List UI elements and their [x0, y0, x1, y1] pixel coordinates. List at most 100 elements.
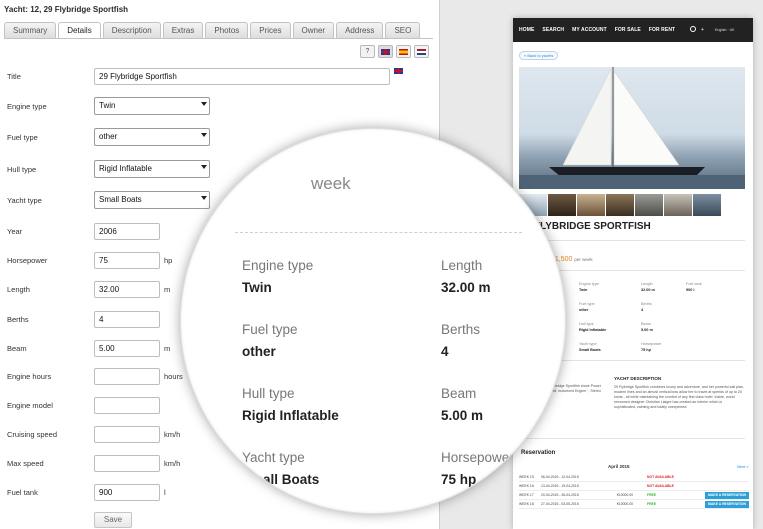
language-spanish-button[interactable] [396, 45, 411, 58]
thumbnail[interactable] [606, 194, 634, 216]
make-reservation-button[interactable]: MAKE A RESERVATION [705, 492, 749, 499]
hull-type-label: Hull type [7, 164, 37, 174]
price-suffix: per week [574, 257, 593, 262]
form-row-year: Year 2006 [7, 222, 160, 240]
max-speed-input[interactable] [94, 454, 160, 472]
thumbnail[interactable] [577, 194, 605, 216]
horsepower-label: Horsepower [7, 255, 48, 265]
thumbnail[interactable] [635, 194, 663, 216]
save-button[interactable]: Save [94, 512, 132, 528]
language-help-button[interactable]: ? [360, 45, 375, 58]
site-navbar: HOME SEARCH MY ACCOUNT FOR SALE FOR RENT… [513, 18, 753, 42]
max-speed-unit: km/h [164, 458, 181, 468]
thumbnail[interactable] [693, 194, 721, 216]
magnified-spec-label: Beam [441, 386, 477, 401]
tab-description[interactable]: Description [102, 22, 161, 38]
nav-search[interactable]: SEARCH [542, 27, 564, 33]
next-month-link[interactable]: Next » [737, 464, 749, 469]
thumbnail[interactable] [548, 194, 576, 216]
fuel-type-select[interactable]: other [94, 128, 210, 146]
reservation-month: April 2015 [608, 464, 630, 469]
form-row-fuel-tank: Fuel tank 900 l [7, 483, 166, 501]
fuel-tank-input[interactable]: 900 [94, 483, 160, 501]
status-badge: FREE [647, 502, 657, 506]
magnified-spec-label: Horsepower [441, 450, 514, 465]
fuel-tank-label: Fuel tank [7, 487, 38, 497]
thumbnail[interactable] [664, 194, 692, 216]
spanish-flag-icon [399, 48, 408, 55]
form-row-engine-type: Engine type Twin [7, 97, 210, 115]
tab-seo[interactable]: SEO [385, 22, 421, 38]
tab-owner[interactable]: Owner [292, 22, 335, 38]
reservation-heading: Reservation [521, 450, 556, 456]
yacht-type-select[interactable]: Small Boats [94, 191, 210, 209]
horsepower-unit: hp [164, 255, 173, 265]
status-badge: FREE [647, 493, 657, 497]
form-row-engine-model: Engine model [7, 396, 160, 414]
engine-hours-input[interactable] [94, 367, 160, 385]
engine-type-label: Engine type [7, 101, 47, 111]
language-english-button[interactable] [378, 45, 393, 58]
tab-extras[interactable]: Extras [162, 22, 204, 38]
tab-summary[interactable]: Summary [4, 22, 57, 38]
reservation-table: WEEK 15 06-04-2015 - 12-04-2015 NOT AVAI… [519, 473, 749, 509]
user-menu[interactable]: + [701, 27, 704, 33]
title-input[interactable]: 29 Flybridge Sportfish [94, 67, 390, 85]
nav-home[interactable]: HOME [519, 27, 534, 33]
fuel-type-value: other [99, 132, 118, 141]
magnified-spec-value: Twin [242, 280, 272, 295]
photo-thumbnails [519, 194, 722, 216]
form-row-beam: Beam 5.00 m [7, 339, 170, 357]
nav-for-rent[interactable]: FOR RENT [649, 27, 675, 33]
dropdown-arrow-icon [201, 165, 207, 169]
title-label: Title [7, 71, 21, 81]
english-flag-icon [381, 48, 390, 55]
berths-input[interactable]: 4 [94, 310, 160, 328]
magnified-spec-label: Length [441, 258, 483, 273]
engine-model-input[interactable] [94, 396, 160, 414]
magnified-spec-value: 5.00 m [441, 408, 484, 423]
beam-input[interactable]: 5.00 [94, 339, 160, 357]
make-reservation-button[interactable]: MAKE A RESERVATION [705, 501, 749, 508]
engine-type-select[interactable]: Twin [94, 97, 210, 115]
form-row-horsepower: Horsepower 75 hp [7, 251, 172, 269]
year-input[interactable]: 2006 [94, 222, 160, 240]
beam-unit: m [164, 343, 171, 353]
magnified-spec-value: 4 [441, 344, 449, 359]
magnified-spec-label: Engine type [242, 258, 314, 273]
table-row: WEEK 15 06-04-2015 - 12-04-2015 NOT AVAI… [519, 473, 749, 482]
magnified-spec-label: Berths [441, 322, 481, 337]
cruising-speed-input[interactable] [94, 425, 160, 443]
horsepower-input[interactable]: 75 [94, 251, 160, 269]
tab-address[interactable]: Address [336, 22, 384, 38]
form-row-length: Length 32.00 m [7, 280, 170, 298]
length-input[interactable]: 32.00 [94, 280, 160, 298]
hull-type-select[interactable]: Rigid Inflatable [94, 160, 210, 178]
hull-type-value: Rigid Inflatable [99, 164, 152, 173]
spec-item: Length 32.00 m [641, 282, 655, 292]
nav-for-sale[interactable]: FOR SALE [615, 27, 641, 33]
tab-details[interactable]: Details [58, 22, 101, 39]
dropdown-arrow-icon [201, 102, 207, 106]
magnifier-callout: week Engine type Twin Length 32.00 m Fue… [180, 128, 566, 514]
magnified-week-text: week [311, 174, 351, 193]
sailboat-illustration [519, 67, 745, 189]
engine-hours-unit: hours [164, 371, 183, 381]
page-title: Yacht: 12, 29 Flybridge Sportfish [4, 5, 129, 14]
spec-item: Fuel type other [579, 302, 595, 312]
yacht-type-label: Yacht type [7, 195, 42, 205]
engine-model-label: Engine model [7, 400, 53, 410]
language-dutch-button[interactable] [414, 45, 429, 58]
language-select[interactable]: English · UK [715, 28, 734, 32]
spec-item: Hull type Rigid Inflatable [579, 322, 607, 332]
form-row-engine-hours: Engine hours hours [7, 367, 183, 385]
back-to-yachts-button[interactable]: « Back to yachts [519, 51, 559, 60]
magnified-spec-label: Hull type [242, 386, 295, 401]
nav-my-account[interactable]: MY ACCOUNT [572, 27, 607, 33]
tab-photos[interactable]: Photos [205, 22, 249, 38]
search-icon[interactable] [690, 26, 696, 32]
tab-prices[interactable]: Prices [250, 22, 291, 38]
spec-item: Engine type Twin [579, 282, 600, 292]
spec-item: Fuel tank 900 l [686, 282, 702, 292]
spec-item: Berths 4 [641, 302, 652, 312]
